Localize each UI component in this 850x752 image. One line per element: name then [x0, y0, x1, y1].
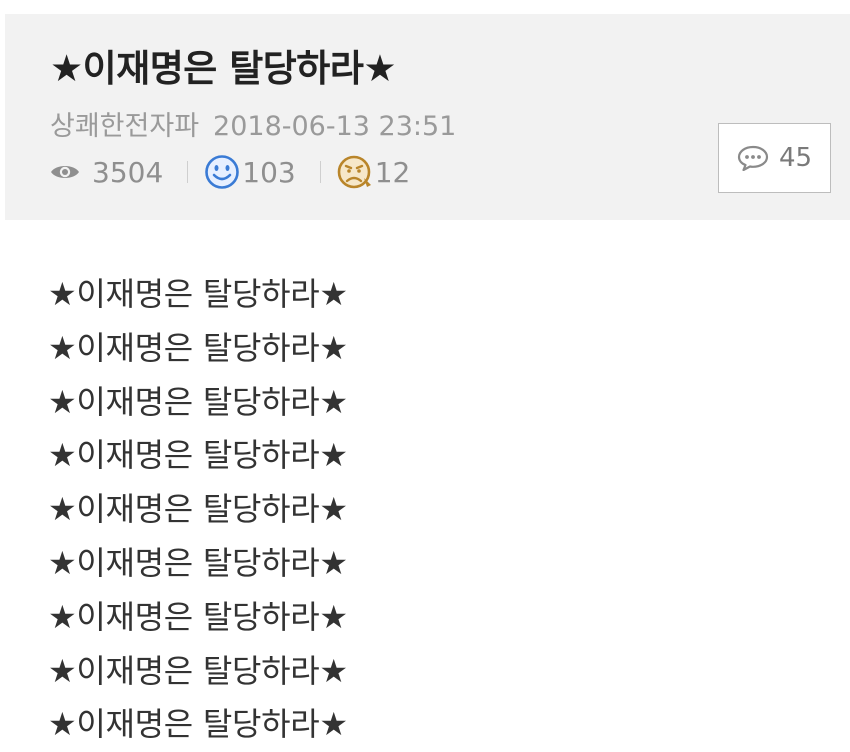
- smile-icon[interactable]: [204, 154, 240, 190]
- body-line: ★이재명은 탈당하라★: [48, 382, 348, 421]
- body-line: ★이재명은 탈당하라★: [48, 275, 348, 313]
- body-line: ★이재명은 탈당하라★: [48, 490, 348, 529]
- views-count: 3504: [92, 155, 164, 189]
- post-date: 2018-06-13 23:51: [213, 111, 457, 142]
- comments-count: 45: [778, 143, 813, 173]
- author-name[interactable]: 상쾌한전자파: [50, 111, 199, 142]
- body-line: ★이재명은 탈당하라★: [48, 597, 348, 636]
- eye-icon: [51, 166, 79, 178]
- views-stat: 3504: [50, 156, 163, 189]
- stats-divider: [187, 161, 189, 183]
- body-line: ★이재명은 탈당하라★: [48, 651, 348, 690]
- post-stats: 3504 103 12: [50, 152, 410, 192]
- dislikes-count: 12: [374, 155, 411, 189]
- post-header: ★이재명은 탈당하라★ 상쾌한전자파 2018-06-13 23:51 3504 …: [5, 14, 850, 220]
- post-title: ★이재명은 탈당하라★: [50, 47, 397, 90]
- post-body: ★이재명은 탈당하라★ ★이재명은 탈당하라★ ★이재명은 탈당하라★ ★이재명…: [48, 268, 348, 752]
- comments-button[interactable]: 45: [718, 123, 831, 193]
- upset-face-icon[interactable]: [337, 154, 373, 190]
- body-line: ★이재명은 탈당하라★: [48, 328, 348, 367]
- stats-divider: [319, 161, 321, 183]
- body-line: ★이재명은 탈당하라★: [48, 436, 348, 475]
- like-button[interactable]: 103: [204, 154, 296, 190]
- dislike-button[interactable]: 12: [337, 154, 411, 190]
- body-line: ★이재명은 탈당하라★: [48, 705, 348, 744]
- post-meta: 상쾌한전자파 2018-06-13 23:51: [50, 104, 456, 143]
- speech-bubble-icon: [737, 145, 769, 171]
- body-line: ★이재명은 탈당하라★: [48, 543, 348, 582]
- likes-count: 103: [242, 155, 296, 189]
